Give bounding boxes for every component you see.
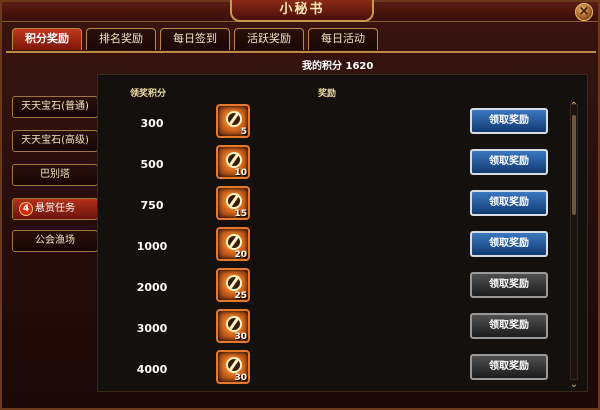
tab-daily-signin[interactable]: 每日签到 bbox=[160, 28, 230, 50]
tab-points-reward[interactable]: 积分奖励 bbox=[12, 28, 82, 50]
my-score: 我的积分 1620 bbox=[302, 57, 373, 72]
tab-divider bbox=[6, 51, 596, 53]
reward-points: 1000 bbox=[136, 240, 168, 253]
claim-reward-button[interactable]: 领取奖励 bbox=[470, 231, 548, 257]
tab-activity-reward[interactable]: 活跃奖励 bbox=[234, 28, 304, 50]
gem-glyph bbox=[226, 275, 242, 291]
claim-reward-button[interactable]: 领取奖励 bbox=[470, 190, 548, 216]
gem-icon[interactable]: 30 bbox=[216, 309, 250, 343]
claim-reward-button[interactable]: 领取奖励 bbox=[470, 313, 548, 339]
gem-glyph bbox=[226, 357, 242, 373]
item-count: 10 bbox=[234, 168, 247, 178]
reward-points: 750 bbox=[140, 199, 164, 212]
item-count: 15 bbox=[234, 209, 247, 219]
sidebar-item-label: 悬赏任务 bbox=[35, 203, 75, 214]
reward-points: 500 bbox=[140, 158, 164, 171]
tab-ranking-reward[interactable]: 排名奖励 bbox=[86, 28, 156, 50]
gem-glyph bbox=[226, 111, 242, 127]
claim-reward-button[interactable]: 领取奖励 bbox=[470, 272, 548, 298]
item-count: 25 bbox=[234, 291, 247, 301]
column-header-reward: 奖励 bbox=[318, 89, 337, 99]
item-count: 30 bbox=[234, 332, 247, 342]
gem-icon[interactable]: 25 bbox=[216, 268, 250, 302]
sidebar-item-babel-tower[interactable]: 巴别塔 bbox=[12, 164, 98, 186]
column-header-points: 领奖积分 bbox=[130, 89, 167, 99]
claim-reward-button[interactable]: 领取奖励 bbox=[470, 108, 548, 134]
reward-points: 2000 bbox=[136, 281, 168, 294]
item-count: 20 bbox=[234, 250, 247, 260]
gem-glyph bbox=[226, 234, 242, 250]
sidebar-item-gem-normal[interactable]: 天天宝石(普通) bbox=[12, 96, 98, 118]
close-button[interactable]: × bbox=[575, 3, 593, 21]
sidebar-item-gem-advanced[interactable]: 天天宝石(高级) bbox=[12, 130, 98, 152]
reward-points: 3000 bbox=[136, 322, 168, 335]
gem-icon[interactable]: 10 bbox=[216, 145, 250, 179]
reward-window: 小秘书 × 积分奖励 排名奖励 每日签到 活跃奖励 每日活动 天天宝石(普通) … bbox=[0, 0, 600, 410]
gem-glyph bbox=[226, 152, 242, 168]
claim-reward-button[interactable]: 领取奖励 bbox=[470, 354, 548, 380]
sidebar-item-bounty-quest[interactable]: 4 悬赏任务 bbox=[12, 198, 98, 220]
notification-badge: 4 bbox=[19, 202, 33, 216]
chevron-down-icon[interactable]: ⌄ bbox=[567, 380, 581, 390]
gem-icon[interactable]: 5 bbox=[216, 104, 250, 138]
scrollbar[interactable] bbox=[570, 104, 578, 380]
gem-icon[interactable]: 30 bbox=[216, 350, 250, 384]
score-value: 1620 bbox=[345, 61, 374, 72]
score-label: 我的积分 bbox=[302, 61, 342, 72]
gem-glyph bbox=[226, 316, 242, 332]
gem-glyph bbox=[226, 193, 242, 209]
gem-icon[interactable]: 15 bbox=[216, 186, 250, 220]
item-count: 5 bbox=[240, 127, 247, 137]
claim-reward-button[interactable]: 领取奖励 bbox=[470, 149, 548, 175]
reward-points: 300 bbox=[140, 117, 164, 130]
window-title: 小秘书 bbox=[230, 0, 374, 22]
reward-points: 4000 bbox=[136, 363, 168, 376]
gem-icon[interactable]: 20 bbox=[216, 227, 250, 261]
sidebar-item-guild-fishery[interactable]: 公会渔场 bbox=[12, 230, 98, 252]
item-count: 30 bbox=[234, 373, 247, 383]
scrollbar-thumb[interactable] bbox=[572, 115, 576, 215]
tab-daily-event[interactable]: 每日活动 bbox=[308, 28, 378, 50]
